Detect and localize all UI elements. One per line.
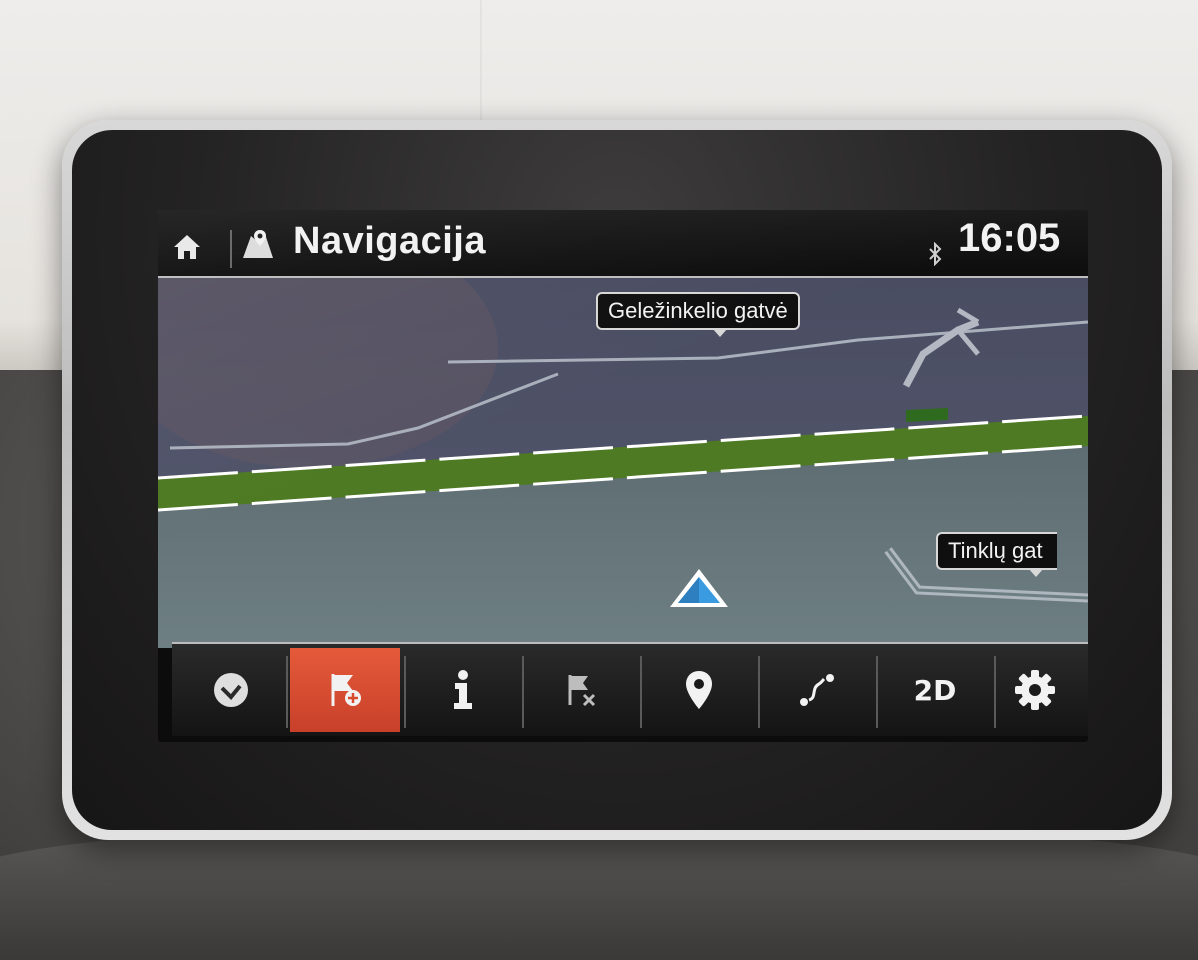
navigation-app-icon — [243, 230, 273, 258]
clock: 16:05 — [958, 216, 1061, 260]
street-label: Geležinkelio gatvė — [596, 292, 800, 337]
route-options-button[interactable] — [762, 648, 872, 732]
view-2d-icon: 2D — [913, 673, 957, 707]
street-label: Tinklų gat — [936, 532, 1057, 577]
view-mode-button[interactable]: 2D — [880, 648, 990, 732]
cancel-route-button[interactable] — [526, 648, 636, 732]
toolbar-separator — [522, 656, 524, 728]
position-arrow-icon — [670, 569, 728, 607]
toolbar-separator — [404, 656, 406, 728]
home-icon[interactable] — [172, 232, 202, 262]
settings-button[interactable] — [980, 648, 1088, 732]
route-icon — [800, 674, 834, 706]
wall-seam — [480, 0, 482, 120]
info-icon — [454, 670, 472, 709]
flag-x-icon — [568, 675, 596, 707]
label-pointer — [712, 328, 728, 337]
confirm-button[interactable] — [176, 648, 286, 732]
toolbar-separator — [640, 656, 642, 728]
toolbar-separator — [286, 656, 288, 728]
checkmark-icon — [214, 673, 248, 707]
status-separator — [230, 230, 232, 268]
add-waypoint-button[interactable] — [290, 648, 400, 732]
map-area-marker — [906, 408, 948, 422]
gear-icon — [1015, 670, 1055, 710]
infotainment-screen: Navigacija 16:05 Geležinkelio gatvė Tink… — [158, 210, 1088, 742]
nav-toolbar: 2D — [172, 642, 1088, 736]
label-pointer — [1028, 568, 1044, 577]
dashboard-ledge — [0, 820, 1198, 960]
map-pin-icon — [686, 671, 712, 709]
destination-button[interactable] — [644, 648, 754, 732]
flag-plus-icon — [331, 674, 361, 706]
info-button[interactable] — [408, 648, 518, 732]
toolbar-separator — [758, 656, 760, 728]
map-view[interactable] — [158, 278, 1088, 648]
toolbar-separator — [876, 656, 878, 728]
status-bar: Navigacija 16:05 — [158, 210, 1088, 278]
screen-title: Navigacija — [293, 220, 486, 262]
bluetooth-icon — [929, 242, 942, 266]
